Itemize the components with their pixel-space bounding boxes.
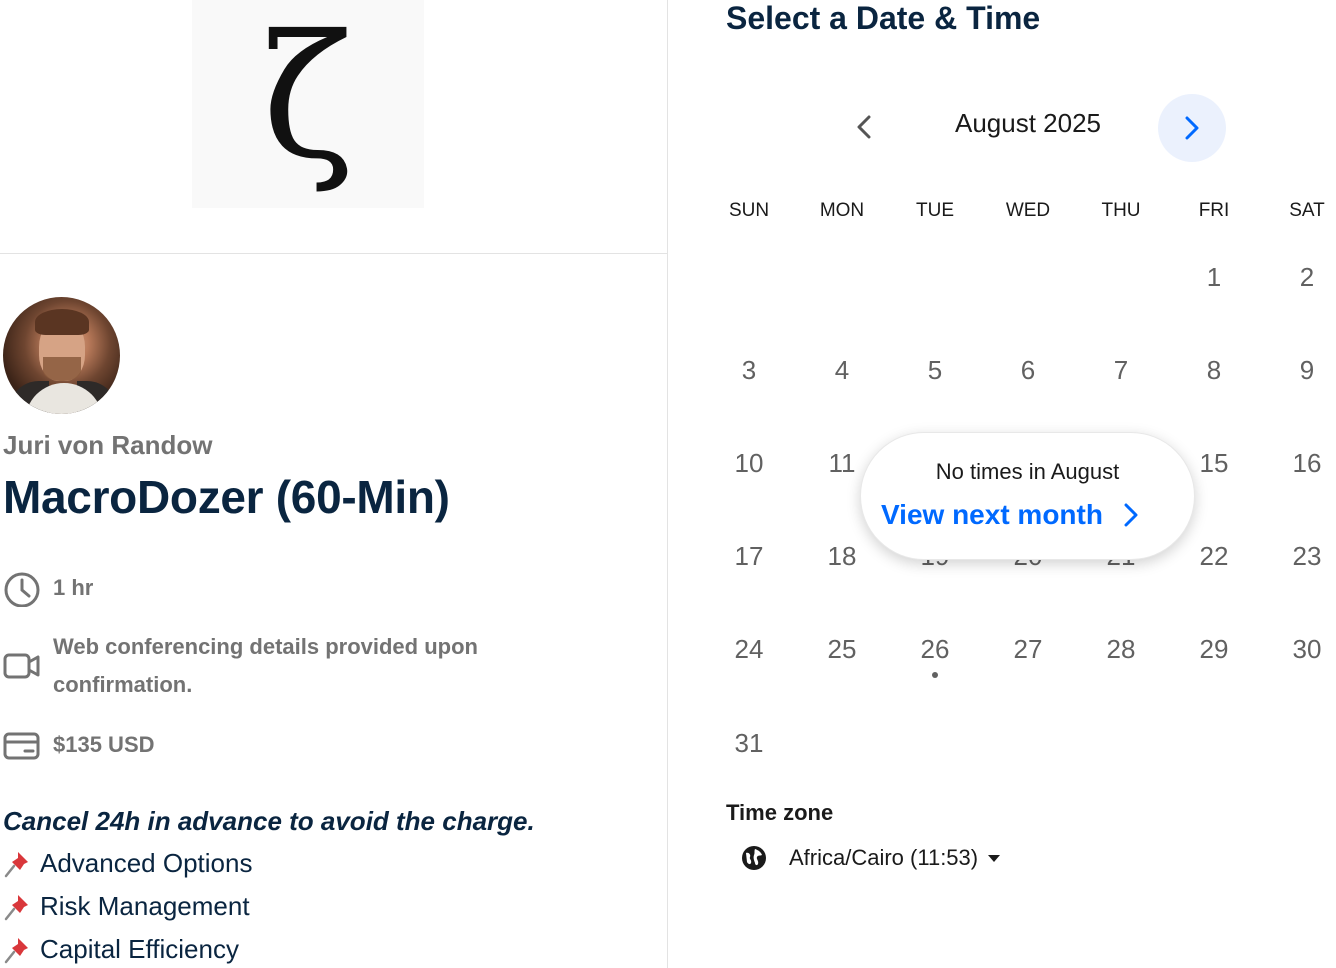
section-heading: Select a Date & Time	[726, 0, 1041, 36]
calendar-day: 6	[1020, 355, 1036, 385]
clock-icon	[4, 572, 40, 607]
calendar-day: 18	[827, 541, 857, 571]
duration-text: 1 hr	[53, 575, 94, 600]
logo-glyph: ζ	[261, 0, 355, 197]
timezone-value: Africa/Cairo (11:53)	[789, 845, 979, 870]
calendar-day: 30	[1292, 634, 1322, 664]
calendar-day: 24	[734, 634, 764, 664]
feature-bullet-label: Capital Efficiency	[40, 934, 239, 964]
caret-down-icon	[988, 855, 1001, 862]
pushpin-icon	[4, 851, 28, 877]
view-next-month-label: View next month	[881, 499, 1103, 530]
calendar-day: 2	[1299, 262, 1315, 292]
calendar-day: 27	[1013, 634, 1043, 664]
next-month-button[interactable]	[1158, 94, 1226, 162]
timezone-selector[interactable]: Africa/Cairo (11:53)	[740, 844, 1001, 872]
weekday-label: SUN	[728, 200, 770, 221]
calendar-day: 7	[1113, 355, 1129, 385]
calendar-day: 10	[734, 448, 764, 478]
view-next-month-link[interactable]: View next month	[881, 499, 1145, 531]
conferencing-detail: Web conferencing details provided upon c…	[3, 628, 478, 704]
weekday-label: THU	[1101, 200, 1141, 221]
calendar-day: 22	[1199, 541, 1229, 571]
timezone-label: Time zone	[726, 800, 834, 825]
price-detail: $135 USD	[3, 726, 155, 764]
feature-bullet: Advanced Options	[3, 848, 252, 879]
conferencing-line-2: confirmation.	[53, 672, 193, 697]
weekday-label: SAT	[1289, 200, 1325, 221]
feature-bullet-label: Advanced Options	[40, 848, 253, 878]
no-times-popover: No times in August View next month	[860, 432, 1195, 560]
weekday-label: TUE	[916, 200, 954, 221]
calendar-day: 23	[1292, 541, 1322, 571]
host-avatar	[3, 297, 120, 414]
calendar-day: 26	[920, 634, 950, 664]
company-logo: ζ	[192, 0, 424, 208]
feature-bullet: Risk Management	[3, 891, 250, 922]
weekday-label: WED	[1005, 200, 1051, 221]
chevron-left-icon	[857, 115, 871, 139]
calendar-day: 3	[741, 355, 757, 385]
feature-bullet-label: Risk Management	[40, 891, 250, 921]
globe-icon	[742, 846, 766, 870]
duration-detail: 1 hr	[3, 569, 93, 607]
pushpin-icon	[4, 894, 28, 920]
calendar-day: 8	[1206, 355, 1222, 385]
calendar-day: 4	[834, 355, 850, 385]
conferencing-line-1: Web conferencing details provided upon	[53, 634, 478, 659]
calendar-day: 5	[927, 355, 943, 385]
calendar-day: 28	[1106, 634, 1136, 664]
chevron-right-icon	[1124, 503, 1138, 527]
pushpin-icon	[4, 937, 28, 963]
calendar-day: 17	[734, 541, 764, 571]
event-title: MacroDozer (60-Min)	[3, 471, 450, 523]
calendar-day: 31	[734, 728, 764, 758]
no-times-message: No times in August	[935, 459, 1120, 484]
weekday-label: FRI	[1198, 200, 1230, 221]
weekday-label: MON	[819, 200, 865, 221]
cancel-policy-note: Cancel 24h in advance to avoid the charg…	[3, 806, 535, 836]
event-details-panel: ζ Juri von Randow MacroDozer (60-Min) 1 …	[0, 0, 668, 968]
calendar-day: 16	[1292, 448, 1322, 478]
host-name: Juri von Randow	[3, 430, 213, 460]
feature-bullet: Capital Efficiency	[3, 934, 239, 965]
calendar-day: 1	[1206, 262, 1222, 292]
price-text: $135 USD	[53, 732, 155, 757]
calendar-day: 25	[827, 634, 857, 664]
video-camera-icon	[3, 653, 40, 679]
calendar-day: 9	[1299, 355, 1315, 385]
current-month-label: August 2025	[954, 108, 1101, 138]
logo-area: ζ	[0, 0, 667, 254]
chevron-right-icon	[1185, 116, 1199, 140]
today-indicator-dot	[932, 672, 938, 678]
calendar-day: 29	[1199, 634, 1229, 664]
previous-month-button[interactable]	[840, 103, 888, 151]
credit-card-icon	[3, 732, 40, 760]
